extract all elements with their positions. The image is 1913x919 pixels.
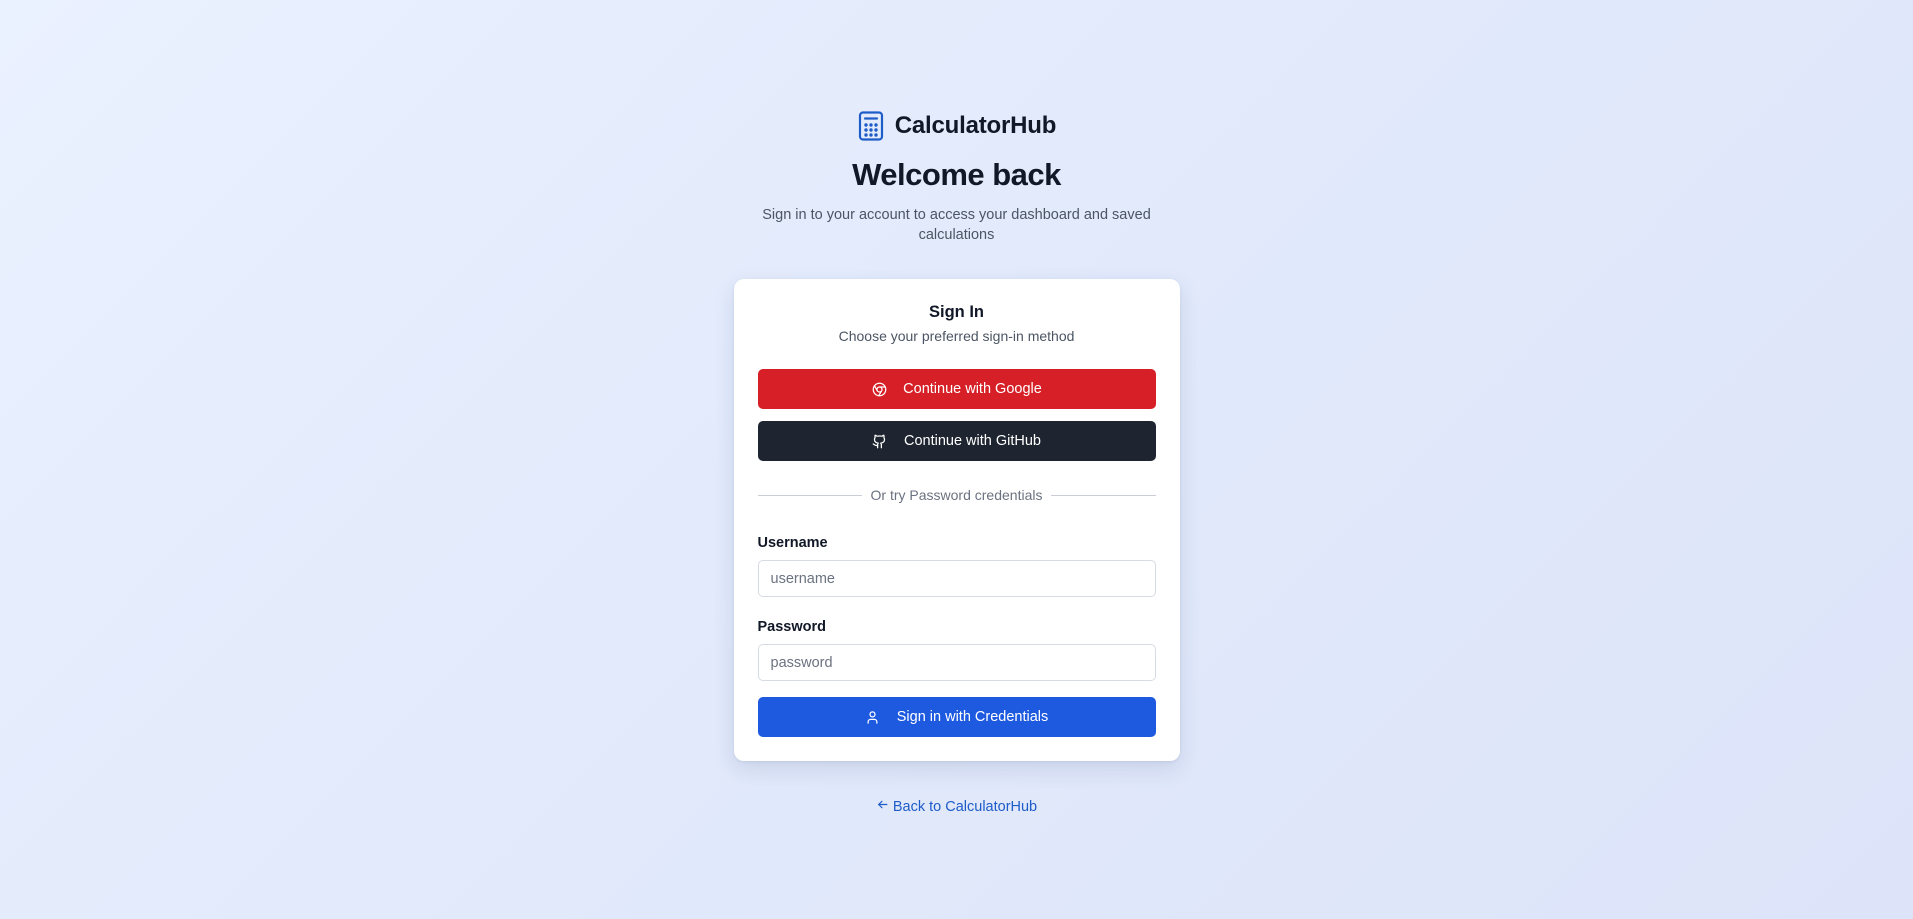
- back-to-home-link[interactable]: Back to CalculatorHub: [876, 798, 1037, 816]
- divider-text: Or try Password credentials: [870, 487, 1043, 503]
- divider-line-left: [757, 494, 862, 496]
- card-subtitle: Choose your preferred sign-in method: [838, 328, 1075, 344]
- continue-with-github-button[interactable]: Continue with GitHub: [757, 421, 1156, 461]
- divider-line-right: [1051, 494, 1156, 496]
- brand: CalculatorHub: [857, 109, 1056, 143]
- github-icon: [872, 433, 888, 449]
- continue-with-google-button[interactable]: Continue with Google: [757, 369, 1156, 409]
- brand-name: CalculatorHub: [894, 112, 1057, 139]
- password-label: Password: [757, 619, 827, 635]
- github-button-label: Continue with GitHub: [903, 433, 1041, 449]
- credentials-button-label: Sign in with Credentials: [896, 709, 1049, 725]
- page-subtitle: Sign in to your account to access your d…: [762, 207, 1151, 243]
- login-page: CalculatorHub Welcome back Sign in to yo…: [0, 0, 1913, 816]
- chrome-icon: [871, 381, 887, 397]
- username-input[interactable]: [757, 560, 1156, 597]
- back-link-label: Back to CalculatorHub: [892, 799, 1038, 815]
- username-label: Username: [757, 535, 828, 551]
- divider: Or try Password credentials: [757, 486, 1156, 504]
- arrow-left-icon: [876, 798, 889, 816]
- google-button-label: Continue with Google: [903, 381, 1042, 397]
- password-input[interactable]: [757, 644, 1156, 681]
- user-icon: [865, 709, 881, 725]
- sign-in-card: Sign In Choose your preferred sign-in me…: [733, 279, 1180, 761]
- card-title: Sign In: [929, 303, 984, 321]
- calculator-icon: [857, 110, 885, 142]
- page-title: Welcome back: [852, 157, 1061, 192]
- sign-in-with-credentials-button[interactable]: Sign in with Credentials: [757, 697, 1156, 737]
